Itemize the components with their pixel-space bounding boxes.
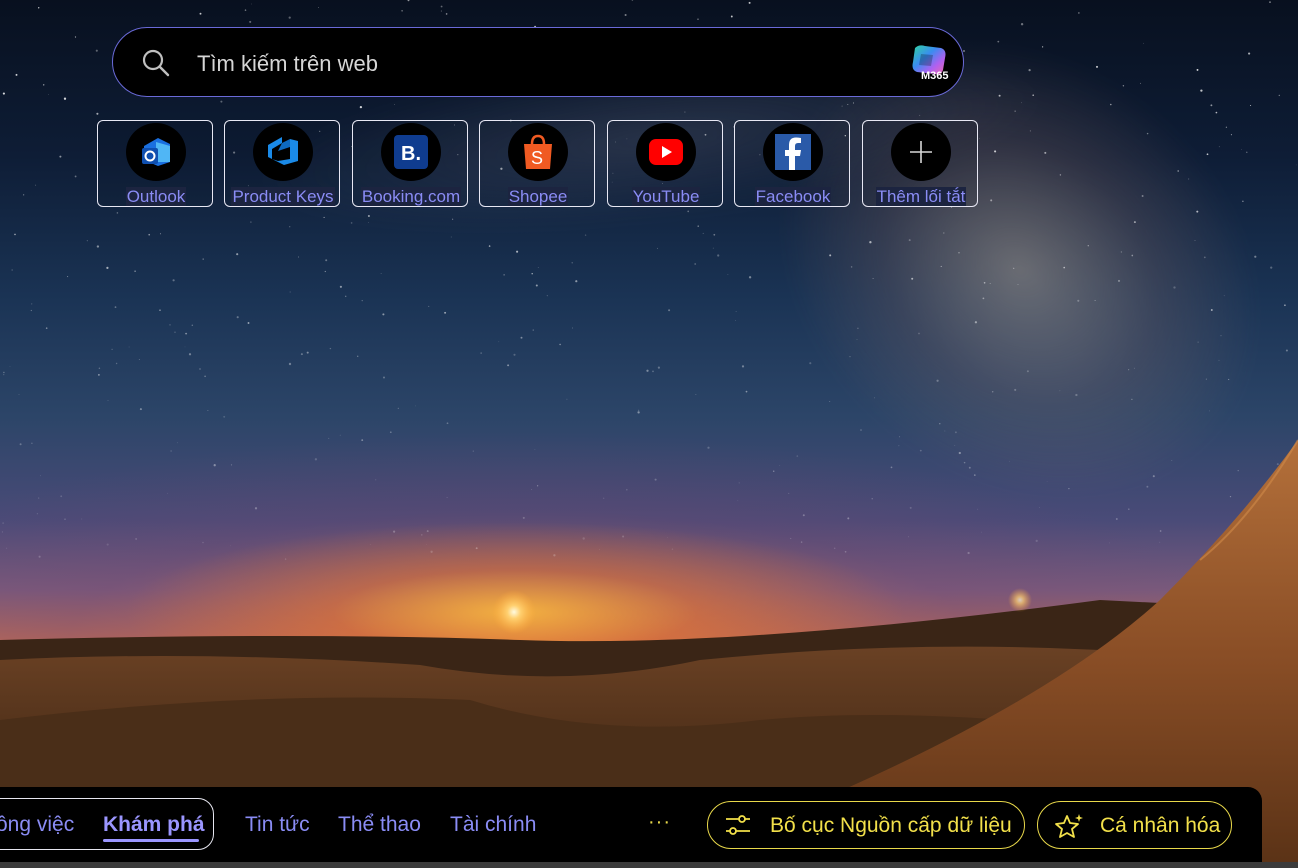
svg-text:B.: B. — [401, 143, 421, 165]
plus-icon — [891, 123, 951, 181]
tab-tai-chinh[interactable]: Tài chính — [450, 813, 536, 837]
feed-layout-label: Bố cục Nguồn cấp dữ liệu — [770, 814, 1012, 837]
window-bottom-edge — [0, 862, 1298, 868]
shortcut-product-keys[interactable]: Product Keys — [224, 120, 340, 207]
more-tabs-button[interactable]: ··· — [648, 811, 671, 834]
personalize-button[interactable]: Cá nhân hóa — [1037, 801, 1232, 849]
quick-links: Outlook Product Keys B. Booking.com S Sh… — [97, 120, 997, 210]
outlook-icon — [126, 123, 186, 181]
shortcut-outlook[interactable]: Outlook — [97, 120, 213, 207]
shortcut-label: Facebook — [754, 187, 832, 206]
shortcut-label: Product Keys — [231, 187, 335, 206]
shortcut-label: Outlook — [125, 187, 187, 206]
youtube-icon — [636, 123, 696, 181]
shortcut-shopee[interactable]: S Shopee — [479, 120, 595, 207]
shortcut-label: Shopee — [507, 187, 569, 206]
svg-text:S: S — [531, 148, 543, 168]
feed-navigation-bar: ông việc Khám phá Tin tức Thể thao Tài c… — [0, 787, 1262, 862]
search-bar[interactable]: M365 — [112, 27, 964, 97]
shopee-icon: S — [508, 123, 568, 181]
sparkle-star-icon — [1055, 814, 1083, 838]
tab-kham-pha[interactable]: Khám phá — [103, 813, 205, 837]
personalize-label: Cá nhân hóa — [1100, 814, 1221, 837]
feed-layout-button[interactable]: Bố cục Nguồn cấp dữ liệu — [707, 801, 1025, 849]
tab-tin-tuc[interactable]: Tin tức — [245, 813, 310, 837]
tab-cong-viec[interactable]: ông việc — [0, 813, 74, 837]
active-tab-indicator — [103, 839, 199, 842]
tab-the-thao[interactable]: Thể thao — [338, 813, 421, 837]
shortcut-label: Booking.com — [360, 187, 462, 206]
shortcut-facebook[interactable]: Facebook — [734, 120, 850, 207]
m365-label: M365 — [921, 70, 949, 82]
search-icon — [142, 49, 170, 77]
shortcut-youtube[interactable]: YouTube — [607, 120, 723, 207]
sliders-icon — [726, 815, 750, 835]
booking-icon: B. — [381, 123, 441, 181]
search-input[interactable] — [195, 46, 899, 82]
shortcut-label: YouTube — [631, 187, 701, 206]
facebook-icon — [763, 123, 823, 181]
azure-devops-icon — [253, 123, 313, 181]
shortcut-label: Thêm lối tắt — [875, 187, 967, 206]
shortcut-add[interactable]: Thêm lối tắt — [862, 120, 978, 207]
shortcut-booking[interactable]: B. Booking.com — [352, 120, 468, 207]
